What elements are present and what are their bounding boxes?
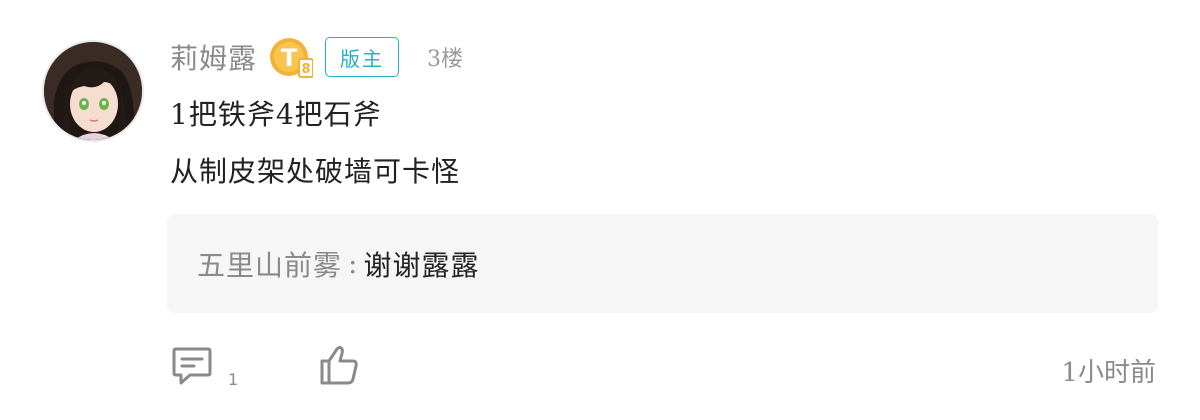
reply-author[interactable]: 五里山前雾 bbox=[197, 244, 342, 284]
post-actions: 1 bbox=[170, 342, 362, 392]
level-badge-letter: T bbox=[281, 44, 298, 72]
role-badge: 版主 bbox=[325, 37, 400, 77]
comment-button[interactable]: 1 bbox=[170, 343, 238, 391]
comment-icon bbox=[170, 343, 214, 391]
post-content-line: 1把铁斧4把石斧 bbox=[170, 98, 382, 131]
comment-count: 1 bbox=[228, 370, 239, 389]
post-header: 莉姆露 T 8 版主 3楼 bbox=[170, 32, 463, 82]
post-content-line: 从制皮架处破墙可卡怪 bbox=[170, 155, 461, 188]
post-time: 1小时前 bbox=[1061, 358, 1156, 388]
thumbs-up-icon bbox=[318, 346, 362, 391]
reply-preview[interactable]: 五里山前雾 : 谢谢露露 bbox=[167, 214, 1158, 313]
avatar-image bbox=[44, 42, 142, 140]
level-badge-number: 8 bbox=[301, 62, 310, 77]
username[interactable]: 莉姆露 bbox=[170, 37, 257, 77]
reply-separator: : bbox=[348, 247, 358, 280]
like-button[interactable] bbox=[318, 343, 362, 391]
avatar[interactable] bbox=[44, 42, 142, 140]
level-badge-icon: T 8 bbox=[269, 35, 315, 79]
floor-number: 3楼 bbox=[427, 47, 464, 72]
reply-text: 谢谢露露 bbox=[363, 248, 480, 282]
